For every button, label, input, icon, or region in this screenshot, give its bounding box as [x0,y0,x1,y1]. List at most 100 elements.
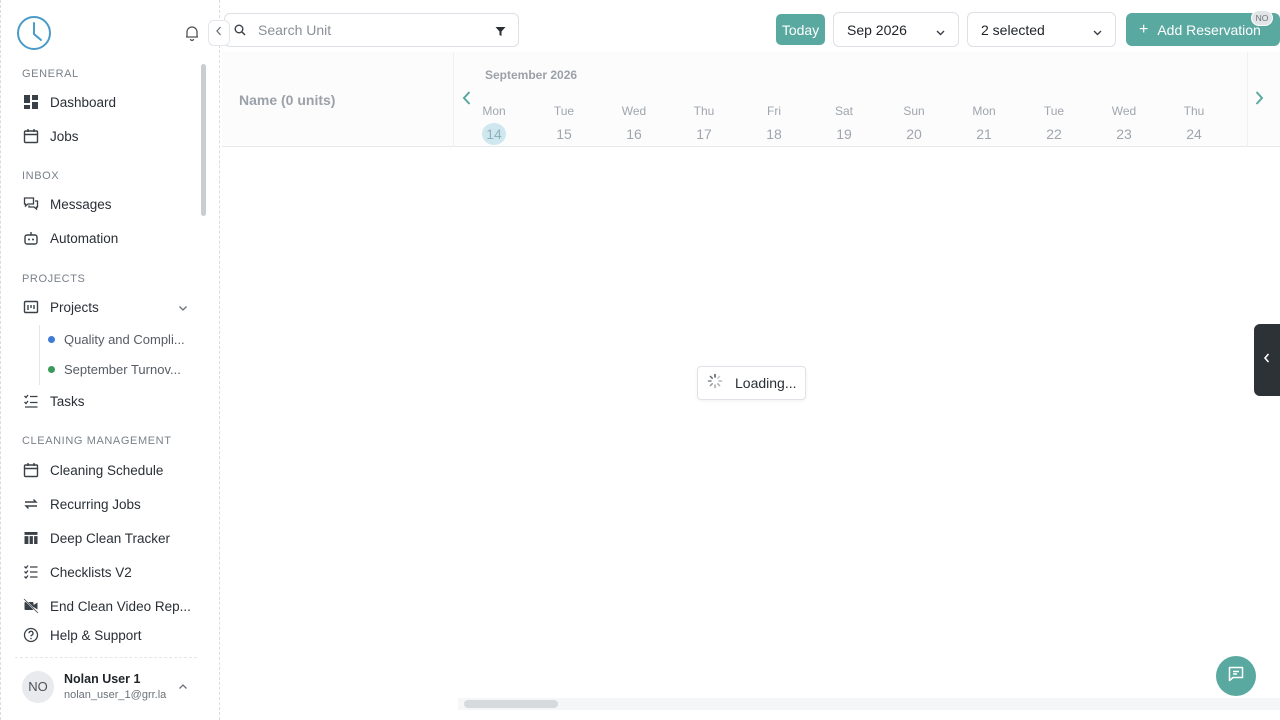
sidebar-item-dashboard[interactable]: Dashboard [15,87,197,117]
calendar-icon [22,461,40,479]
section-cleaning-management: CLEANING MANAGEMENT [22,435,172,447]
sidebar-item-label: Recurring Jobs [50,496,141,512]
sidebar-item-tasks[interactable]: Tasks [15,386,197,416]
chevron-down-icon [1092,25,1103,41]
day-date[interactable]: 21 [972,123,996,145]
day-date[interactable]: 16 [622,123,646,145]
sidebar-item-label: Jobs [50,128,79,144]
chevron-down-icon[interactable] [177,301,189,313]
sidebar-item-projects[interactable]: Projects [15,292,197,322]
sidebar-item-label: Messages [50,196,112,212]
chevron-down-icon [935,25,946,41]
chevron-up-icon[interactable] [177,680,189,698]
sidebar-item-messages[interactable]: Messages [15,189,197,219]
help-icon [22,626,40,644]
sidebar-item-deep-clean-tracker[interactable]: Deep Clean Tracker [15,523,197,553]
loading-indicator: Loading... [697,366,806,400]
day-date[interactable]: 18 [762,123,786,145]
sidebar-item-label: Automation [50,230,119,246]
plus-icon: + [1139,20,1149,38]
app-logo-icon[interactable] [16,15,52,51]
spinner-icon [707,373,723,394]
sidebar-item-end-clean-video[interactable]: End Clean Video Rep... [15,591,197,621]
table-icon [22,529,40,547]
search-input[interactable] [258,22,488,38]
loading-text: Loading... [735,375,797,391]
dashboard-icon [22,93,40,111]
month-label: September 2026 [485,68,578,82]
sidebar-item-recurring-jobs[interactable]: Recurring Jobs [15,489,197,519]
day-name: Sat [834,104,853,118]
units-select[interactable]: 2 selected [967,12,1116,47]
day-date[interactable]: 17 [692,123,716,145]
sidebar-item-checklists-v2[interactable]: Checklists V2 [15,557,197,587]
day-name: Sun [903,104,925,118]
day-name: Mon [482,104,506,118]
search-icon [234,24,248,36]
chat-icon [1227,665,1245,688]
chat-button[interactable] [1216,656,1256,696]
divider [1247,52,1248,147]
month-select-value: Sep 2026 [847,21,907,38]
day-date[interactable]: 24 [1182,123,1206,145]
search-unit-field [224,13,519,47]
day-column: Sat 19 [819,104,869,145]
units-select-value: 2 selected [981,21,1045,38]
user-badge[interactable]: NO [1251,10,1273,26]
sub-items-guide-line [39,325,40,385]
day-column: Sun 20 [889,104,939,145]
chevron-left-icon [214,24,224,42]
next-arrow-icon[interactable] [1252,90,1266,111]
status-dot [48,365,55,373]
today-button[interactable]: Today [776,14,825,45]
sidebar-item-automation[interactable]: Automation [15,223,197,253]
sidebar-item-help-support[interactable]: Help & Support [15,620,197,650]
day-date[interactable]: 22 [1042,123,1066,145]
day-column: Fri 18 [749,104,799,145]
day-date[interactable]: 23 [1112,123,1136,145]
sidebar-item-label: Tasks [50,393,85,409]
calendar-header: Name (0 units) September 2026 Mon 14 Tue 15… [222,52,1280,147]
horizontal-scrollbar-thumb[interactable] [464,700,558,708]
day-column: Tue 22 [1029,104,1079,145]
sidebar: GENERAL Dashboard Jobs INBOX Messages Au… [0,0,220,720]
sidebar-item-jobs[interactable]: Jobs [15,121,197,151]
day-date[interactable]: 20 [902,123,926,145]
tasks-icon [22,392,40,410]
filter-icon[interactable] [495,24,506,42]
sidebar-item-label: Projects [50,299,99,315]
day-column: Wed 16 [609,104,659,145]
user-card[interactable]: NO Nolan User 1 nolan_user_1@grr.la [15,657,197,715]
day-name: Thu [693,104,715,118]
chevron-left-icon [1262,351,1272,369]
horizontal-scrollbar-track [458,698,1280,710]
today-date[interactable]: 14 [482,123,506,145]
repeat-icon [22,495,40,513]
month-select[interactable]: Sep 2026 [833,12,959,47]
day-column: Tue 15 [539,104,589,145]
projects-icon [22,298,40,316]
sidebar-item-label: Dashboard [50,94,117,110]
day-date[interactable]: 15 [552,123,576,145]
robot-icon [22,229,40,247]
day-name: Wed [621,104,647,118]
sidebar-subitem-project-2[interactable]: September Turnov... [41,355,197,383]
collapse-sidebar-button[interactable] [208,20,230,46]
sidebar-subitem-label: Quality and Compli... [64,331,185,347]
day-name: Wed [1111,104,1137,118]
sidebar-item-label: Cleaning Schedule [50,462,164,478]
sidebar-scrollbar[interactable] [201,64,206,216]
sidebar-subitem-project-1[interactable]: Quality and Compli... [41,325,197,353]
sidebar-item-label: Help & Support [50,627,142,643]
notification-bell-icon[interactable] [183,24,201,42]
section-projects: PROJECTS [22,273,86,285]
avatar: NO [22,670,54,703]
section-general: GENERAL [22,68,79,80]
day-date[interactable]: 19 [832,123,856,145]
day-column: Thu 17 [679,104,729,145]
sidebar-item-label: Deep Clean Tracker [50,530,171,546]
day-name: Mon [972,104,996,118]
add-reservation-label: Add Reservation [1157,21,1261,38]
sidebar-item-cleaning-schedule[interactable]: Cleaning Schedule [15,455,197,485]
expand-panel-button[interactable] [1254,324,1280,396]
